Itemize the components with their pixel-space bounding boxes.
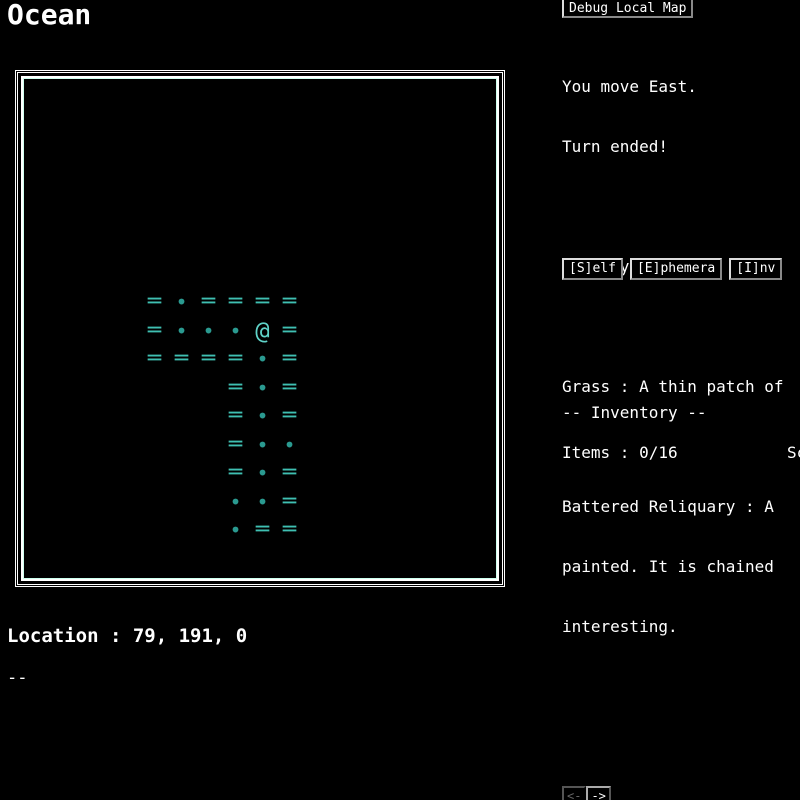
log-line: Turn ended! bbox=[562, 137, 668, 156]
inventory-header: -- Inventory -- bbox=[562, 403, 707, 422]
tab-inventory[interactable]: [I]nv bbox=[729, 258, 783, 280]
debug-local-map-button[interactable]: Debug Local Map bbox=[562, 0, 694, 18]
inventory-secondary-label: Sc bbox=[787, 443, 800, 462]
area-title: Ocean bbox=[7, 0, 92, 31]
tab-self[interactable]: [S]elf bbox=[562, 258, 623, 280]
local-map-inner-border bbox=[21, 76, 499, 581]
log-line: interesting. bbox=[562, 617, 678, 636]
log-line: painted. It is chained bbox=[562, 557, 774, 576]
log-line: You move East. bbox=[562, 77, 697, 96]
pager: <- -> bbox=[562, 786, 611, 800]
status-separator: -- bbox=[7, 668, 28, 688]
tab-ephemera[interactable]: [E]phemera bbox=[629, 258, 723, 280]
game-screen: Ocean ═ • ═ ═ ═ ═ ═ • • • @ ═ ═ ═ ═ ═ • ═ ═ • ═ ═ • ═ ═ • • ═ • ═ • • ═ •… bbox=[0, 0, 800, 800]
prev-page-button[interactable]: <- bbox=[562, 786, 587, 800]
local-map-frame bbox=[15, 70, 505, 587]
next-page-button[interactable]: -> bbox=[586, 786, 611, 800]
log-line: Grass : A thin patch of bbox=[562, 377, 784, 396]
message-log: You move East. Turn ended! Below you is:… bbox=[562, 37, 800, 677]
panel-tabs: [S]elf [E]phemera [I]nv bbox=[562, 258, 800, 282]
inventory-items-count: Items : 0/16 bbox=[562, 443, 678, 462]
log-line: Battered Reliquary : A bbox=[562, 497, 774, 516]
location-readout: Location : 79, 191, 0 bbox=[7, 625, 248, 647]
